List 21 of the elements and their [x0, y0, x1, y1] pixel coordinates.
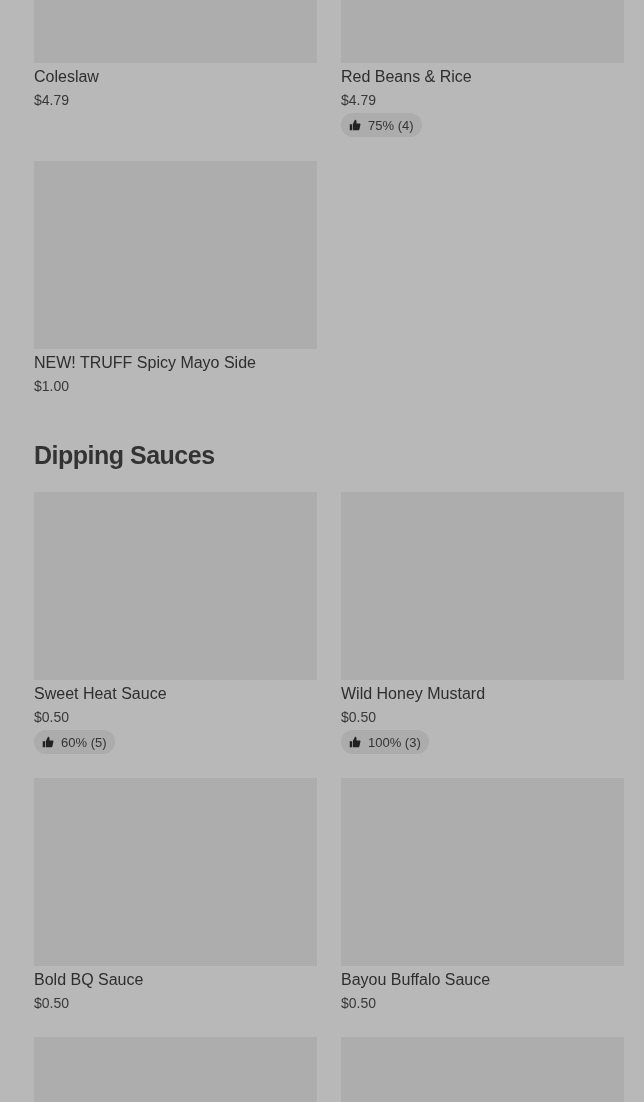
thumbs-up-icon	[42, 736, 54, 748]
rating-text: 100% (3)	[368, 734, 421, 750]
dish-price: $4.79	[341, 91, 378, 110]
rating-text: 60% (5)	[61, 734, 107, 750]
dish-name[interactable]: NEW! TRUFF Spicy Mayo Side	[34, 353, 317, 373]
section-heading: Dipping Sauces	[34, 440, 216, 471]
dish-name[interactable]: Coleslaw	[34, 67, 317, 87]
dish-price: $0.50	[34, 708, 71, 727]
dish-name[interactable]: Wild Honey Mustard	[341, 684, 624, 704]
dish-name[interactable]: Sweet Heat Sauce	[34, 684, 317, 704]
thumbs-up-icon	[349, 736, 361, 748]
thumbs-up-icon	[349, 119, 361, 131]
dish-name[interactable]: Bayou Buffalo Sauce	[341, 970, 624, 990]
dish-price: $0.50	[341, 708, 378, 727]
dish-name[interactable]: Red Beans & Rice	[341, 67, 624, 87]
dish-price: $0.50	[341, 994, 378, 1013]
dish-price: $4.79	[34, 91, 71, 110]
dish-name[interactable]: Bold BQ Sauce	[34, 970, 317, 990]
rating-text: 75% (4)	[368, 117, 414, 133]
dish-price: $1.00	[34, 377, 71, 396]
dish-price: $0.50	[34, 994, 71, 1013]
